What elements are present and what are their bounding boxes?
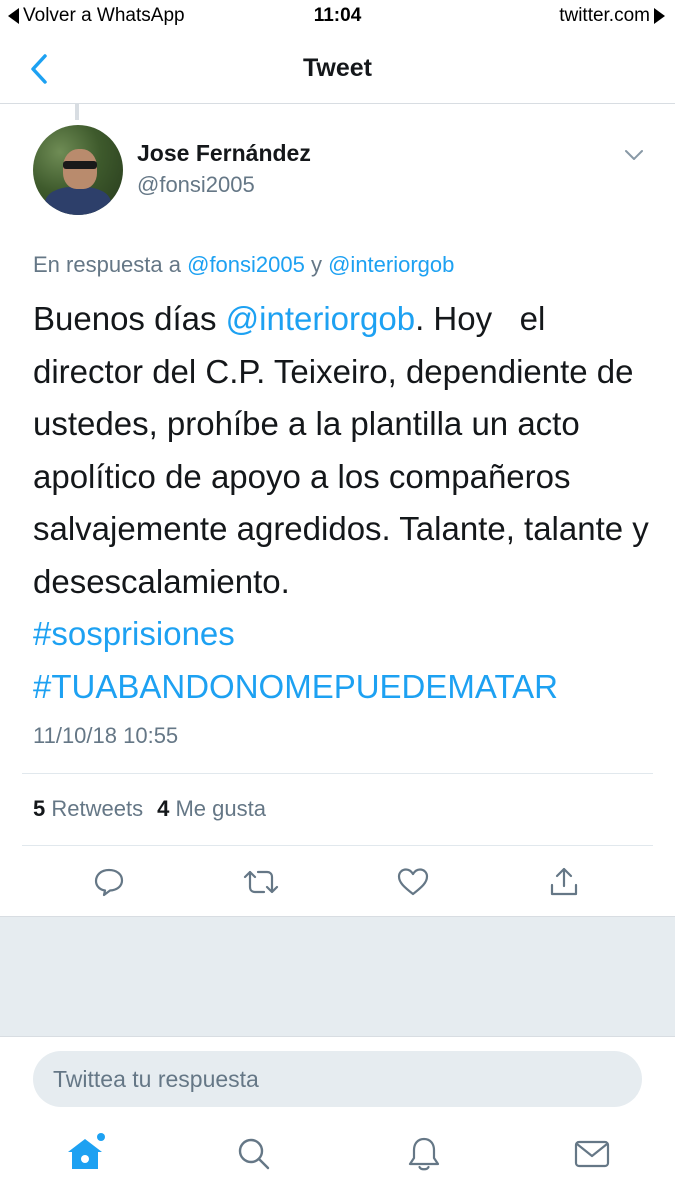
forward-arrow-icon — [654, 8, 665, 24]
chevron-down-icon — [625, 150, 643, 160]
share-icon — [550, 867, 578, 896]
more-options-button[interactable] — [621, 142, 647, 168]
tweet-actions — [0, 846, 675, 916]
tab-notifications[interactable] — [402, 1132, 446, 1176]
reply-input-placeholder: Twittea tu respuesta — [53, 1065, 259, 1092]
reply-input[interactable]: Twittea tu respuesta — [33, 1051, 642, 1107]
author-name[interactable]: Jose Fernández — [137, 140, 311, 167]
reply-context: En respuesta a @fonsi2005 y @interiorgob — [33, 252, 455, 277]
avatar[interactable] — [33, 125, 123, 215]
retweet-button[interactable] — [241, 862, 281, 902]
tweet-stats: 5 Retweets 4 Me gusta — [33, 796, 266, 822]
status-url-label: twitter.com — [559, 5, 650, 26]
messages-icon — [574, 1140, 610, 1168]
status-url[interactable]: twitter.com — [559, 5, 665, 27]
tab-home[interactable] — [63, 1132, 107, 1176]
share-button[interactable] — [544, 862, 584, 902]
tab-bar — [0, 1120, 675, 1200]
search-icon — [238, 1138, 270, 1170]
empty-replies-area — [0, 916, 675, 1037]
notification-dot — [97, 1133, 105, 1141]
tab-search[interactable] — [232, 1132, 276, 1176]
like-icon — [397, 868, 429, 896]
notifications-icon — [408, 1137, 440, 1171]
likes-stat[interactable]: 4 Me gusta — [157, 796, 266, 822]
reply-mention-1[interactable]: @fonsi2005 — [187, 252, 305, 277]
tweet-text: Buenos días @interiorgob. Hoy el directo… — [33, 300, 658, 705]
nav-bar: Tweet — [0, 34, 675, 104]
page-title: Tweet — [303, 54, 372, 82]
hashtag-link-1[interactable]: #sosprisiones — [33, 615, 235, 652]
retweet-icon — [243, 870, 279, 894]
reply-button[interactable] — [89, 862, 129, 902]
divider — [22, 773, 653, 774]
reply-mention-2[interactable]: @interiorgob — [328, 252, 454, 277]
thread-line — [75, 104, 79, 120]
tweet-timestamp: 11/10/18 10:55 — [33, 723, 179, 748]
hashtag-link-2[interactable]: #TUABANDONOMEPUEDEMATAR — [33, 668, 558, 705]
like-button[interactable] — [393, 862, 433, 902]
retweets-stat[interactable]: 5 Retweets — [33, 796, 143, 822]
reply-icon — [94, 868, 124, 897]
mention-link[interactable]: @interiorgob — [226, 300, 415, 337]
status-bar: Volver a WhatsApp 11:04 twitter.com — [0, 0, 675, 34]
tab-messages[interactable] — [570, 1132, 614, 1176]
author-handle[interactable]: @fonsi2005 — [137, 172, 255, 198]
